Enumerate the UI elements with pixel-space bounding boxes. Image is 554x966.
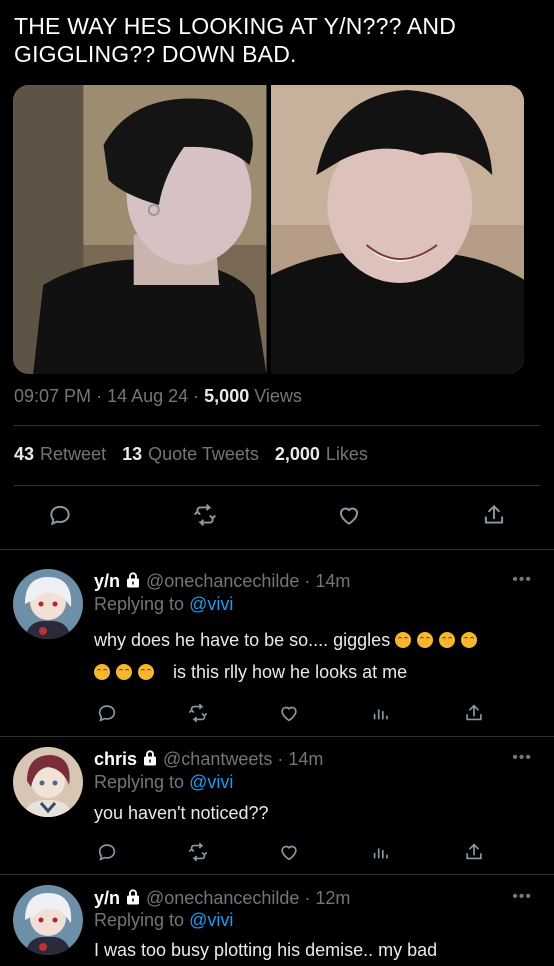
handle[interactable]: @onechancechilde bbox=[146, 888, 299, 908]
smiling-face-icon bbox=[439, 632, 456, 648]
smiling-face-icon bbox=[395, 632, 412, 648]
avatar[interactable] bbox=[13, 747, 83, 817]
photo-right[interactable] bbox=[270, 85, 524, 374]
analytics-icon bbox=[373, 848, 388, 859]
reply-text: you haven't noticed?? bbox=[94, 803, 269, 823]
tweet-time: 09:07 PM bbox=[14, 386, 92, 406]
mention-link[interactable]: @vivi bbox=[189, 910, 233, 930]
lock-icon bbox=[141, 749, 159, 772]
lock-icon bbox=[124, 888, 142, 911]
quotes-label: Quote Tweets bbox=[148, 444, 259, 464]
likes-count: 2,000 bbox=[274, 444, 320, 464]
reply-icon bbox=[98, 844, 116, 861]
retweet-icon bbox=[188, 842, 208, 862]
retweet-icon bbox=[194, 504, 216, 526]
like-button[interactable] bbox=[278, 702, 302, 726]
retweet-button[interactable] bbox=[187, 702, 211, 726]
retweets-count: 43 bbox=[14, 444, 35, 464]
reply-header: chris @chantweets · 14m bbox=[94, 749, 323, 772]
avatar[interactable] bbox=[13, 885, 83, 955]
reply-header: y/n @onechancechilde · 12m bbox=[94, 888, 350, 911]
retweet-button[interactable] bbox=[190, 500, 220, 530]
views-button[interactable] bbox=[370, 841, 394, 865]
lock-icon bbox=[124, 571, 142, 594]
divider bbox=[14, 485, 540, 486]
smiling-face-icon bbox=[94, 664, 110, 680]
reply-button[interactable] bbox=[96, 841, 120, 865]
reply-icon bbox=[98, 705, 116, 722]
tweet-date: 14 Aug 24 bbox=[107, 386, 189, 406]
replying-to: Replying to @vivi bbox=[94, 772, 234, 792]
divider bbox=[0, 549, 554, 550]
share-icon bbox=[466, 843, 482, 860]
smiling-face-icon bbox=[138, 664, 154, 680]
divider bbox=[14, 425, 540, 426]
tweet-actions bbox=[0, 500, 554, 536]
like-button[interactable] bbox=[278, 841, 302, 865]
share-icon bbox=[484, 504, 504, 524]
reply-button[interactable] bbox=[45, 500, 75, 530]
retweets-label: Retweet bbox=[40, 444, 107, 464]
tweet-meta: 09:07 PM · 14 Aug 24 · 5,000 Views bbox=[14, 386, 302, 406]
replying-to: Replying to @vivi bbox=[94, 594, 234, 614]
retweets-stat[interactable]: 43 Retweet bbox=[14, 444, 106, 465]
heart-icon bbox=[339, 507, 359, 525]
mention-link[interactable]: @vivi bbox=[189, 594, 233, 614]
more-options-icon[interactable]: ••• bbox=[512, 888, 532, 906]
likes-label: Likes bbox=[325, 444, 368, 464]
reply-time: 14m bbox=[288, 749, 324, 769]
reply-time: 14m bbox=[315, 571, 351, 591]
smiling-face-icon bbox=[417, 632, 434, 648]
share-icon bbox=[466, 704, 482, 721]
reply-text: I was too busy plotting his demise.. my … bbox=[94, 940, 438, 960]
heart-icon bbox=[281, 845, 297, 861]
tweet-text: THE WAY HES LOOKING AT Y/N??? AND GIGGLI… bbox=[14, 13, 457, 67]
retweet-button[interactable] bbox=[187, 841, 211, 865]
replying-to: Replying to @vivi bbox=[94, 910, 234, 930]
display-name[interactable]: y/n bbox=[94, 888, 120, 908]
quotes-count: 13 bbox=[122, 444, 143, 464]
like-button[interactable] bbox=[334, 500, 364, 530]
views-count: 5,000 bbox=[204, 386, 250, 406]
heart-icon bbox=[281, 706, 297, 722]
likes-stat[interactable]: 2,000 Likes bbox=[275, 444, 368, 465]
smiling-face-icon bbox=[116, 664, 132, 680]
views-label: Views bbox=[254, 386, 302, 406]
divider bbox=[0, 874, 554, 875]
avatar[interactable] bbox=[13, 569, 83, 639]
divider bbox=[0, 736, 554, 737]
display-name[interactable]: y/n bbox=[94, 571, 120, 591]
quotes-stat[interactable]: 13 Quote Tweets bbox=[122, 444, 259, 465]
more-options-icon[interactable]: ••• bbox=[512, 571, 532, 589]
reply-icon bbox=[50, 505, 70, 526]
reply-time: 12m bbox=[315, 888, 351, 908]
tweet-stats: 43 Retweet 13 Quote Tweets 2,000 Likes bbox=[14, 444, 368, 465]
share-button[interactable] bbox=[463, 841, 487, 865]
more-options-icon[interactable]: ••• bbox=[512, 749, 532, 767]
smiling-face-icon bbox=[461, 632, 478, 648]
reply-text: why does he have to be so.... giggles is… bbox=[94, 624, 534, 688]
handle[interactable]: @onechancechilde bbox=[146, 571, 299, 591]
handle[interactable]: @chantweets bbox=[163, 749, 272, 769]
photo-left[interactable] bbox=[13, 85, 267, 374]
share-button[interactable] bbox=[463, 702, 487, 726]
views-button[interactable] bbox=[370, 702, 394, 726]
display-name[interactable]: chris bbox=[94, 749, 137, 769]
share-button[interactable] bbox=[479, 500, 509, 530]
mention-link[interactable]: @vivi bbox=[189, 772, 233, 792]
reply-button[interactable] bbox=[96, 702, 120, 726]
reply-header: y/n @onechancechilde · 14m bbox=[94, 571, 350, 594]
analytics-icon bbox=[373, 709, 388, 720]
retweet-icon bbox=[188, 703, 208, 723]
tweet-media[interactable] bbox=[13, 85, 524, 374]
